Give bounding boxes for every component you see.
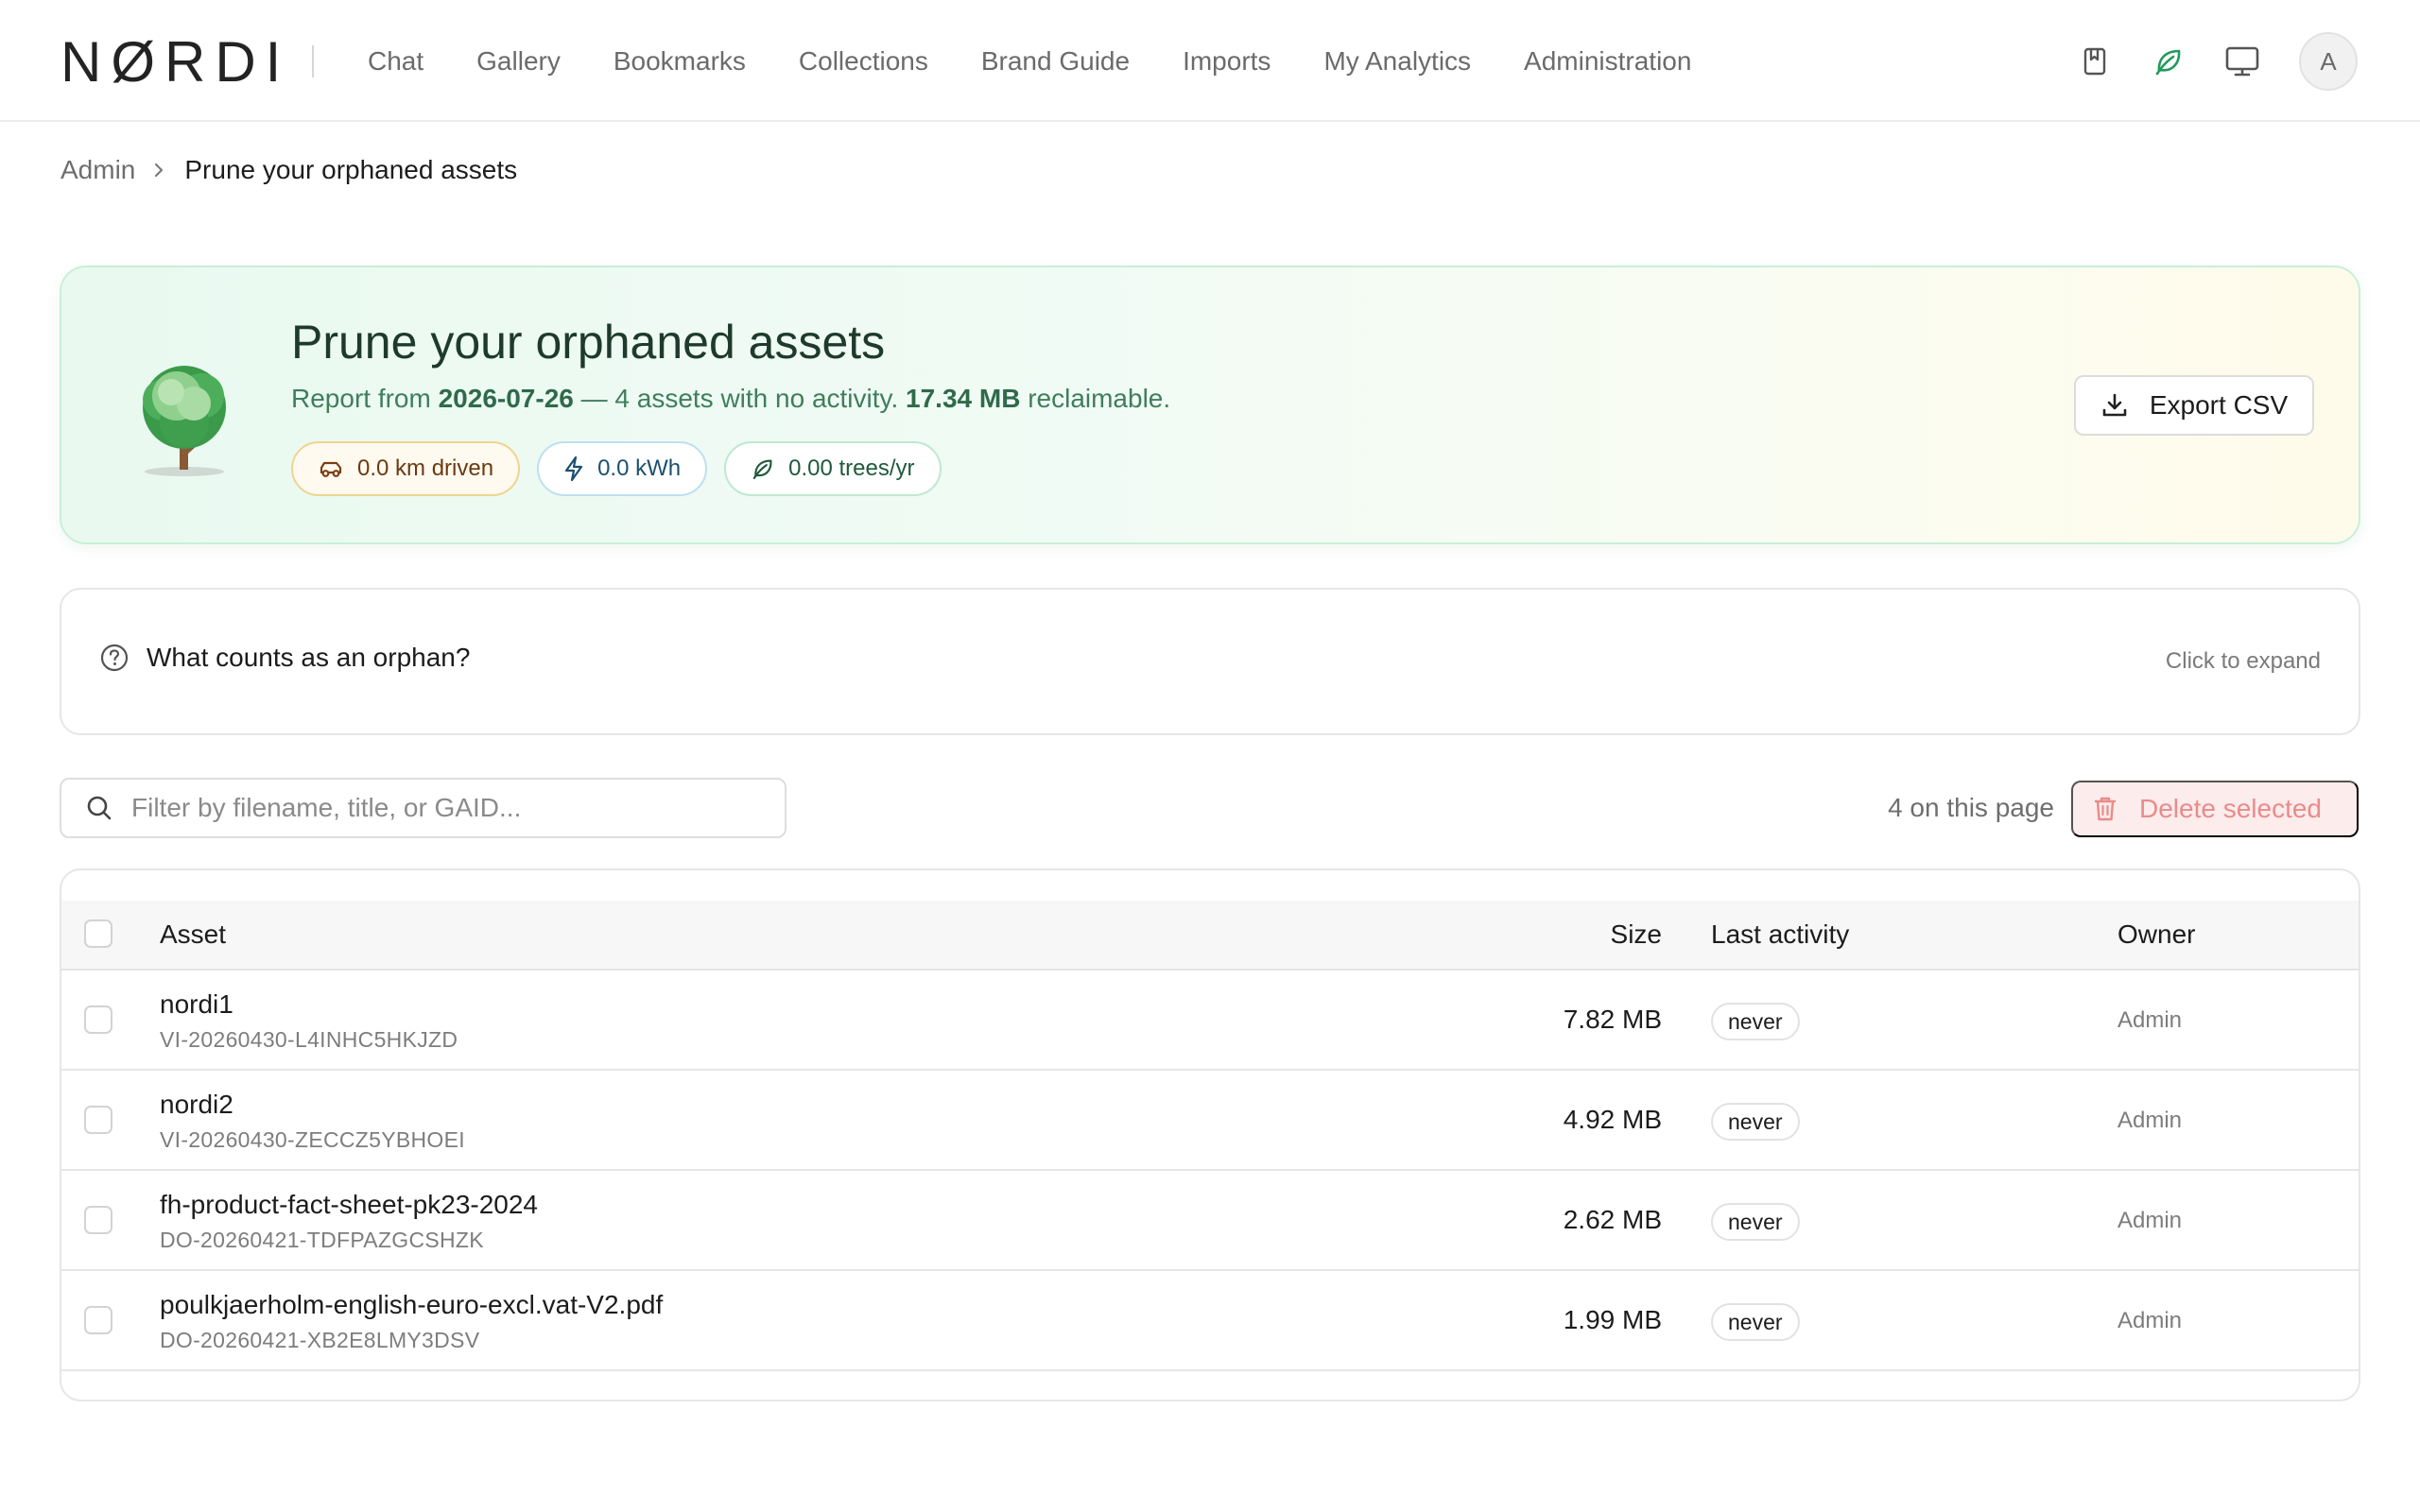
asset-id: VI-20260430-L4INHC5HKJZD <box>160 1027 458 1052</box>
filter-search-box <box>60 778 786 838</box>
asset-owner: Admin <box>2118 1108 2183 1133</box>
delete-selected-button[interactable]: Delete selected <box>2071 781 2359 837</box>
asset-size: 7.82 MB <box>1563 1005 1662 1034</box>
tree-icon <box>128 362 251 479</box>
table-row[interactable]: fh-product-fact-sheet-pk23-2024 DO-20260… <box>61 1171 2359 1271</box>
filter-input[interactable] <box>131 793 755 823</box>
report-summary: Report from 2026-07-26 — 4 assets with n… <box>291 384 1170 414</box>
orphan-faq-expander[interactable]: What counts as an orphan? Click to expan… <box>60 588 2360 735</box>
km-driven-chip: 0.0 km driven <box>291 441 521 496</box>
impact-chips: 0.0 km driven 0.0 kWh 0.00 trees/yr <box>291 441 959 496</box>
car-icon <box>320 461 342 477</box>
logo-text: NØRDI <box>60 29 291 94</box>
nav-item-administration[interactable]: Administration <box>1524 46 1691 77</box>
avatar[interactable]: A <box>2299 32 2358 91</box>
column-header-last-activity[interactable]: Last activity <box>1711 919 1849 950</box>
leaf-icon <box>752 459 772 480</box>
leaf-icon[interactable] <box>2148 41 2189 82</box>
faq-question-row: What counts as an orphan? <box>99 643 470 673</box>
asset-id: DO-20260421-TDFPAZGCSHZK <box>160 1228 484 1252</box>
nav-item-gallery[interactable]: Gallery <box>476 46 561 77</box>
last-activity-badge: never <box>1711 1003 1800 1040</box>
kwh-value: 0.0 kWh <box>597 455 682 481</box>
table-row[interactable]: nordi1 VI-20260430-L4INHC5HKJZD 7.82 MB … <box>61 971 2359 1071</box>
nav-item-bookmarks[interactable]: Bookmarks <box>614 46 746 77</box>
nav-item-brand-guide[interactable]: Brand Guide <box>981 46 1130 77</box>
reclaimable-size: 17.34 MB <box>906 384 1021 413</box>
kwh-chip: 0.0 kWh <box>537 441 708 496</box>
top-navbar: NØRDI Chat Gallery Bookmarks Collections… <box>0 0 2420 122</box>
monitor-icon[interactable] <box>2221 41 2263 82</box>
breadcrumb-admin-link[interactable]: Admin <box>60 155 135 185</box>
trees-value: 0.00 trees/yr <box>788 455 915 481</box>
summary-prefix: Report from <box>291 384 439 413</box>
asset-owner: Admin <box>2118 1208 2183 1233</box>
summary-suffix: reclaimable. <box>1020 384 1171 413</box>
faq-question: What counts as an orphan? <box>147 643 471 672</box>
page-title: Prune your orphaned assets <box>291 316 886 369</box>
asset-owner: Admin <box>2118 1007 2183 1033</box>
nav-item-chat[interactable]: Chat <box>368 46 424 77</box>
asset-id: DO-20260421-XB2E8LMY3DSV <box>160 1328 480 1352</box>
column-header-asset[interactable]: Asset <box>160 919 226 950</box>
lightning-icon <box>564 455 583 482</box>
trees-chip: 0.00 trees/yr <box>724 441 942 496</box>
nav-item-imports[interactable]: Imports <box>1183 46 1270 77</box>
chevron-right-icon <box>152 161 165 180</box>
orphaned-assets-table: Asset Size Last activity Owner nordi1 VI… <box>60 868 2360 1401</box>
search-icon <box>87 796 112 820</box>
top-icon-group: A <box>2042 31 2358 92</box>
report-hero-card: Prune your orphaned assets Report from 2… <box>60 266 2360 544</box>
asset-size: 2.62 MB <box>1563 1205 1662 1234</box>
summary-middle: — 4 assets with no activity. <box>573 384 907 413</box>
asset-name[interactable]: poulkjaerholm-english-euro-excl.vat-V2.p… <box>160 1290 663 1320</box>
delete-selected-label: Delete selected <box>2139 794 2323 823</box>
row-checkbox[interactable] <box>84 1106 112 1134</box>
trash-icon <box>2094 797 2117 821</box>
breadcrumb-current: Prune your orphaned assets <box>184 155 518 184</box>
export-csv-label: Export CSV <box>2149 390 2289 420</box>
last-activity-badge: never <box>1711 1203 1800 1241</box>
breadcrumb: Admin Prune your orphaned assets <box>60 153 517 187</box>
faq-expand-hint: Click to expand <box>2165 648 2321 674</box>
row-checkbox[interactable] <box>84 1206 112 1234</box>
asset-name[interactable]: fh-product-fact-sheet-pk23-2024 <box>160 1190 538 1220</box>
logo[interactable]: NØRDI <box>60 29 291 94</box>
download-icon <box>2102 393 2127 417</box>
bookmark-icon[interactable] <box>2074 41 2116 82</box>
export-csv-button[interactable]: Export CSV <box>2074 375 2314 436</box>
help-circle-icon <box>100 644 129 672</box>
last-activity-badge: never <box>1711 1103 1800 1141</box>
main-nav: Chat Gallery Bookmarks Collections Brand… <box>368 38 1691 85</box>
column-header-size[interactable]: Size <box>1611 919 1662 950</box>
select-all-checkbox[interactable] <box>84 919 112 948</box>
column-header-owner[interactable]: Owner <box>2118 919 2195 950</box>
asset-id: VI-20260430-ZECCZ5YBHOEI <box>160 1127 465 1152</box>
logo-divider <box>312 45 314 77</box>
asset-owner: Admin <box>2118 1308 2183 1333</box>
last-activity-badge: never <box>1711 1303 1800 1341</box>
km-driven-value: 0.0 km driven <box>357 455 494 481</box>
page-count-text: 4 on this page <box>1888 793 2054 822</box>
row-checkbox[interactable] <box>84 1306 112 1334</box>
report-date: 2026-07-26 <box>438 384 574 413</box>
asset-name[interactable]: nordi2 <box>160 1090 233 1120</box>
table-row[interactable]: poulkjaerholm-english-euro-excl.vat-V2.p… <box>61 1271 2359 1371</box>
table-header: Asset Size Last activity Owner <box>61 901 2359 971</box>
asset-size: 1.99 MB <box>1563 1305 1662 1334</box>
nav-item-collections[interactable]: Collections <box>799 46 928 77</box>
row-checkbox[interactable] <box>84 1005 112 1034</box>
asset-name[interactable]: nordi1 <box>160 989 233 1020</box>
table-row[interactable]: nordi2 VI-20260430-ZECCZ5YBHOEI 4.92 MB … <box>61 1071 2359 1171</box>
asset-size: 4.92 MB <box>1563 1105 1662 1134</box>
nav-item-my-analytics[interactable]: My Analytics <box>1323 46 1471 77</box>
